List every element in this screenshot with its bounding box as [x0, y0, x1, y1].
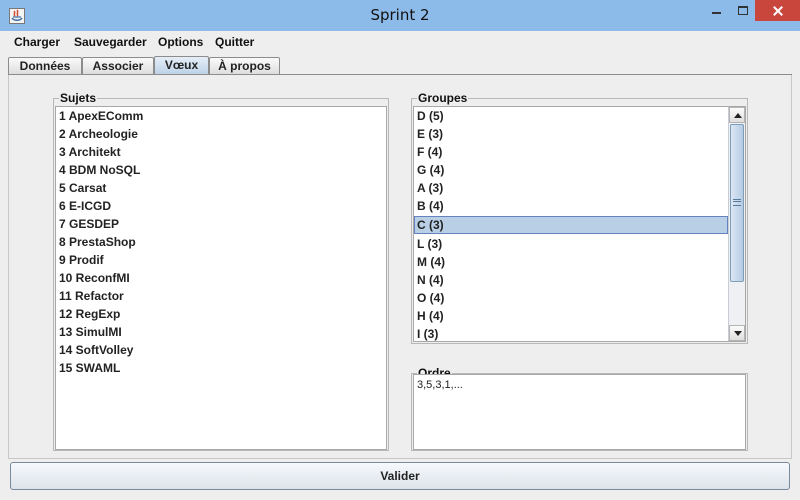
- groupe-list-item[interactable]: E (3): [414, 125, 728, 143]
- groupe-list-item[interactable]: H (4): [414, 307, 728, 325]
- tab-bar: Données Associer Vœux À propos: [8, 55, 792, 76]
- groupes-group: Groupes D (5) E (3) F (4) G (4) A (3) B (4) C …: [411, 91, 748, 344]
- sujet-list-item[interactable]: 3 Architekt: [56, 143, 386, 161]
- scroll-down-icon[interactable]: [729, 325, 745, 341]
- groupes-list[interactable]: D (5) E (3) F (4) G (4) A (3) B (4) C (3) L (3)…: [413, 106, 746, 342]
- window-title: Sprint 2: [370, 6, 430, 24]
- sujet-list-item[interactable]: 1 ApexEComm: [56, 107, 386, 125]
- scroll-up-icon[interactable]: [729, 107, 745, 123]
- sujet-list-item[interactable]: 15 SWAML: [56, 359, 386, 377]
- sujet-list-item[interactable]: 10 ReconfMI: [56, 269, 386, 287]
- ordre-textarea[interactable]: 3,5,3,1,...: [413, 374, 746, 450]
- valider-button[interactable]: Valider: [10, 462, 790, 490]
- sujet-list-item[interactable]: 13 SimulMI: [56, 323, 386, 341]
- sujets-group: Sujets 1 ApexEComm 2 Archeologie 3 Archite…: [53, 91, 389, 451]
- scroll-thumb[interactable]: [730, 124, 744, 282]
- groupe-list-item[interactable]: F (4): [414, 143, 728, 161]
- sujet-list-item[interactable]: 11 Refactor: [56, 287, 386, 305]
- sujets-title: Sujets: [59, 91, 98, 105]
- sujet-list-item[interactable]: 14 SoftVolley: [56, 341, 386, 359]
- sujet-list-item[interactable]: 4 BDM NoSQL: [56, 161, 386, 179]
- sujet-list-item[interactable]: 9 Prodif: [56, 251, 386, 269]
- sujets-list[interactable]: 1 ApexEComm 2 Archeologie 3 Architekt 4 BDM…: [55, 106, 387, 450]
- groupes-title: Groupes: [417, 91, 469, 105]
- groupe-list-item[interactable]: A (3): [414, 179, 728, 197]
- groupe-list-item-selected[interactable]: C (3): [414, 216, 728, 234]
- maximize-icon[interactable]: [729, 0, 755, 21]
- close-icon[interactable]: [755, 0, 800, 21]
- title-bar[interactable]: Sprint 2: [0, 0, 800, 31]
- groupes-scrollbar[interactable]: [728, 107, 745, 341]
- sujet-list-item[interactable]: 12 RegExp: [56, 305, 386, 323]
- menu-bar: Charger Sauvegarder Options Quitter: [8, 31, 792, 53]
- sujet-list-item[interactable]: 2 Archeologie: [56, 125, 386, 143]
- groupe-list-item[interactable]: I (3): [414, 325, 728, 341]
- groupe-list-item[interactable]: G (4): [414, 161, 728, 179]
- app-window: Sprint 2 Charger Sauvegarder Options Qui…: [0, 0, 800, 500]
- groupe-list-item[interactable]: D (5): [414, 107, 728, 125]
- groupe-list-item[interactable]: B (4): [414, 197, 728, 215]
- sujet-list-item[interactable]: 8 PrestaShop: [56, 233, 386, 251]
- ordre-group: Ordre 3,5,3,1,...: [411, 366, 748, 451]
- groupe-list-item[interactable]: L (3): [414, 235, 728, 253]
- minimize-icon[interactable]: [703, 0, 729, 21]
- sujet-list-item[interactable]: 7 GESDEP: [56, 215, 386, 233]
- tab-donnees[interactable]: Données: [8, 57, 82, 75]
- menu-charger[interactable]: Charger: [14, 33, 60, 51]
- groupe-list-item[interactable]: O (4): [414, 289, 728, 307]
- voeux-panel: Sujets 1 ApexEComm 2 Archeologie 3 Archite…: [8, 75, 792, 459]
- menu-sauvegarder[interactable]: Sauvegarder: [74, 33, 147, 51]
- sujet-list-item[interactable]: 5 Carsat: [56, 179, 386, 197]
- tab-a-propos[interactable]: À propos: [209, 57, 280, 75]
- groupe-list-item[interactable]: M (4): [414, 253, 728, 271]
- grip-icon: [733, 199, 741, 206]
- menu-options[interactable]: Options: [158, 33, 203, 51]
- tab-voeux[interactable]: Vœux: [154, 56, 209, 76]
- tab-associer[interactable]: Associer: [82, 57, 154, 75]
- menu-quitter[interactable]: Quitter: [215, 33, 254, 51]
- sujet-list-item[interactable]: 6 E-ICGD: [56, 197, 386, 215]
- groupe-list-item[interactable]: N (4): [414, 271, 728, 289]
